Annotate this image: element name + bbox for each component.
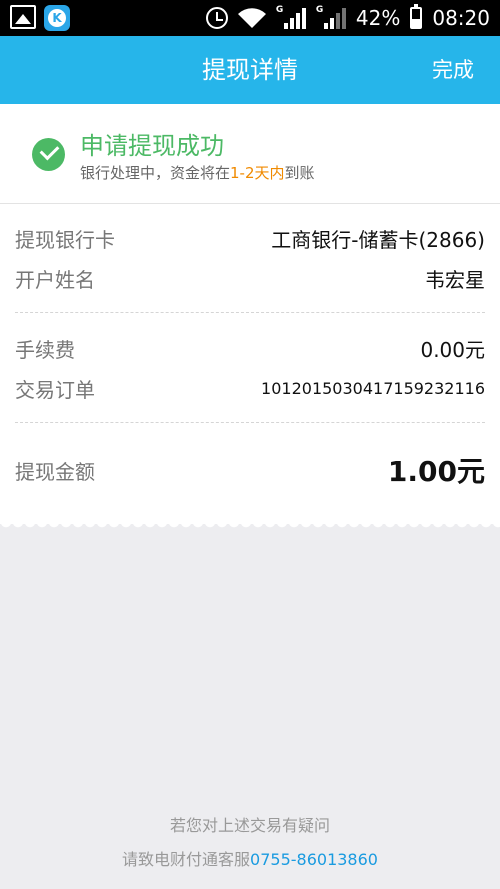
network-type-label-2: G bbox=[315, 5, 324, 15]
gallery-icon bbox=[10, 5, 36, 29]
kuwo-app-icon: K bbox=[44, 5, 70, 31]
arrival-time-highlight: 1-2天内 bbox=[230, 164, 285, 182]
order-number: 1012015030417159232116 bbox=[261, 378, 485, 398]
amount-row: 提现金额 1.00元 bbox=[15, 448, 485, 492]
subtitle-suffix: 到账 bbox=[284, 164, 315, 182]
withdraw-detail-card: 申请提现成功 银行处理中，资金将在1-2天内到账 提现银行卡 工商银行-储蓄卡(… bbox=[0, 104, 500, 530]
fee-row: 手续费 0.00元 bbox=[15, 330, 485, 366]
amount-value: 1.00元 bbox=[387, 455, 485, 488]
battery-percent: 42% bbox=[355, 6, 401, 30]
success-banner: 申请提现成功 银行处理中，资金将在1-2天内到账 bbox=[0, 104, 500, 204]
page-title: 提现详情 bbox=[202, 56, 298, 84]
bank-card-row: 提现银行卡 工商银行-储蓄卡(2866) bbox=[15, 220, 485, 256]
battery-icon bbox=[410, 4, 423, 29]
account-name-label: 开户姓名 bbox=[15, 267, 95, 292]
help-footer: 若您对上述交易有疑问 请致电财付通客服0755-86013860 bbox=[0, 812, 500, 870]
fee-value: 0.00元 bbox=[420, 337, 485, 362]
divider bbox=[15, 312, 485, 313]
order-label: 交易订单 bbox=[15, 377, 95, 402]
amount-label: 提现金额 bbox=[15, 459, 95, 484]
done-button[interactable]: 完成 bbox=[432, 36, 474, 104]
account-name-row: 开户姓名 韦宏星 bbox=[15, 260, 485, 296]
help-text: 若您对上述交易有疑问 bbox=[169, 816, 330, 835]
clock: 08:20 bbox=[432, 6, 490, 30]
check-circle-icon bbox=[32, 138, 65, 171]
divider-2 bbox=[15, 422, 485, 423]
success-title: 申请提现成功 bbox=[80, 132, 224, 160]
app-icon-letter: K bbox=[48, 9, 66, 27]
success-subtitle: 银行处理中，资金将在1-2天内到账 bbox=[80, 162, 315, 183]
order-row: 交易订单 1012015030417159232116 bbox=[15, 370, 485, 406]
bank-card-label: 提现银行卡 bbox=[15, 227, 115, 252]
alarm-icon bbox=[205, 7, 228, 29]
wifi-icon bbox=[237, 8, 266, 29]
contact-line: 请致电财付通客服0755-86013860 bbox=[0, 846, 500, 870]
status-bar: K G G 42% 08:20 bbox=[0, 0, 500, 36]
network-type-label: G bbox=[275, 5, 284, 15]
signal-icon: G bbox=[275, 5, 306, 29]
service-phone-link[interactable]: 0755-86013860 bbox=[250, 850, 378, 869]
subtitle-prefix: 银行处理中，资金将在 bbox=[80, 164, 231, 182]
contact-prefix: 请致电财付通客服 bbox=[122, 850, 251, 869]
bank-card-value: 工商银行-储蓄卡(2866) bbox=[271, 227, 485, 252]
signal-icon-2: G bbox=[315, 5, 346, 29]
nav-bar: 提现详情 完成 bbox=[0, 36, 500, 104]
account-name-value: 韦宏星 bbox=[425, 267, 485, 292]
fee-label: 手续费 bbox=[15, 337, 75, 362]
